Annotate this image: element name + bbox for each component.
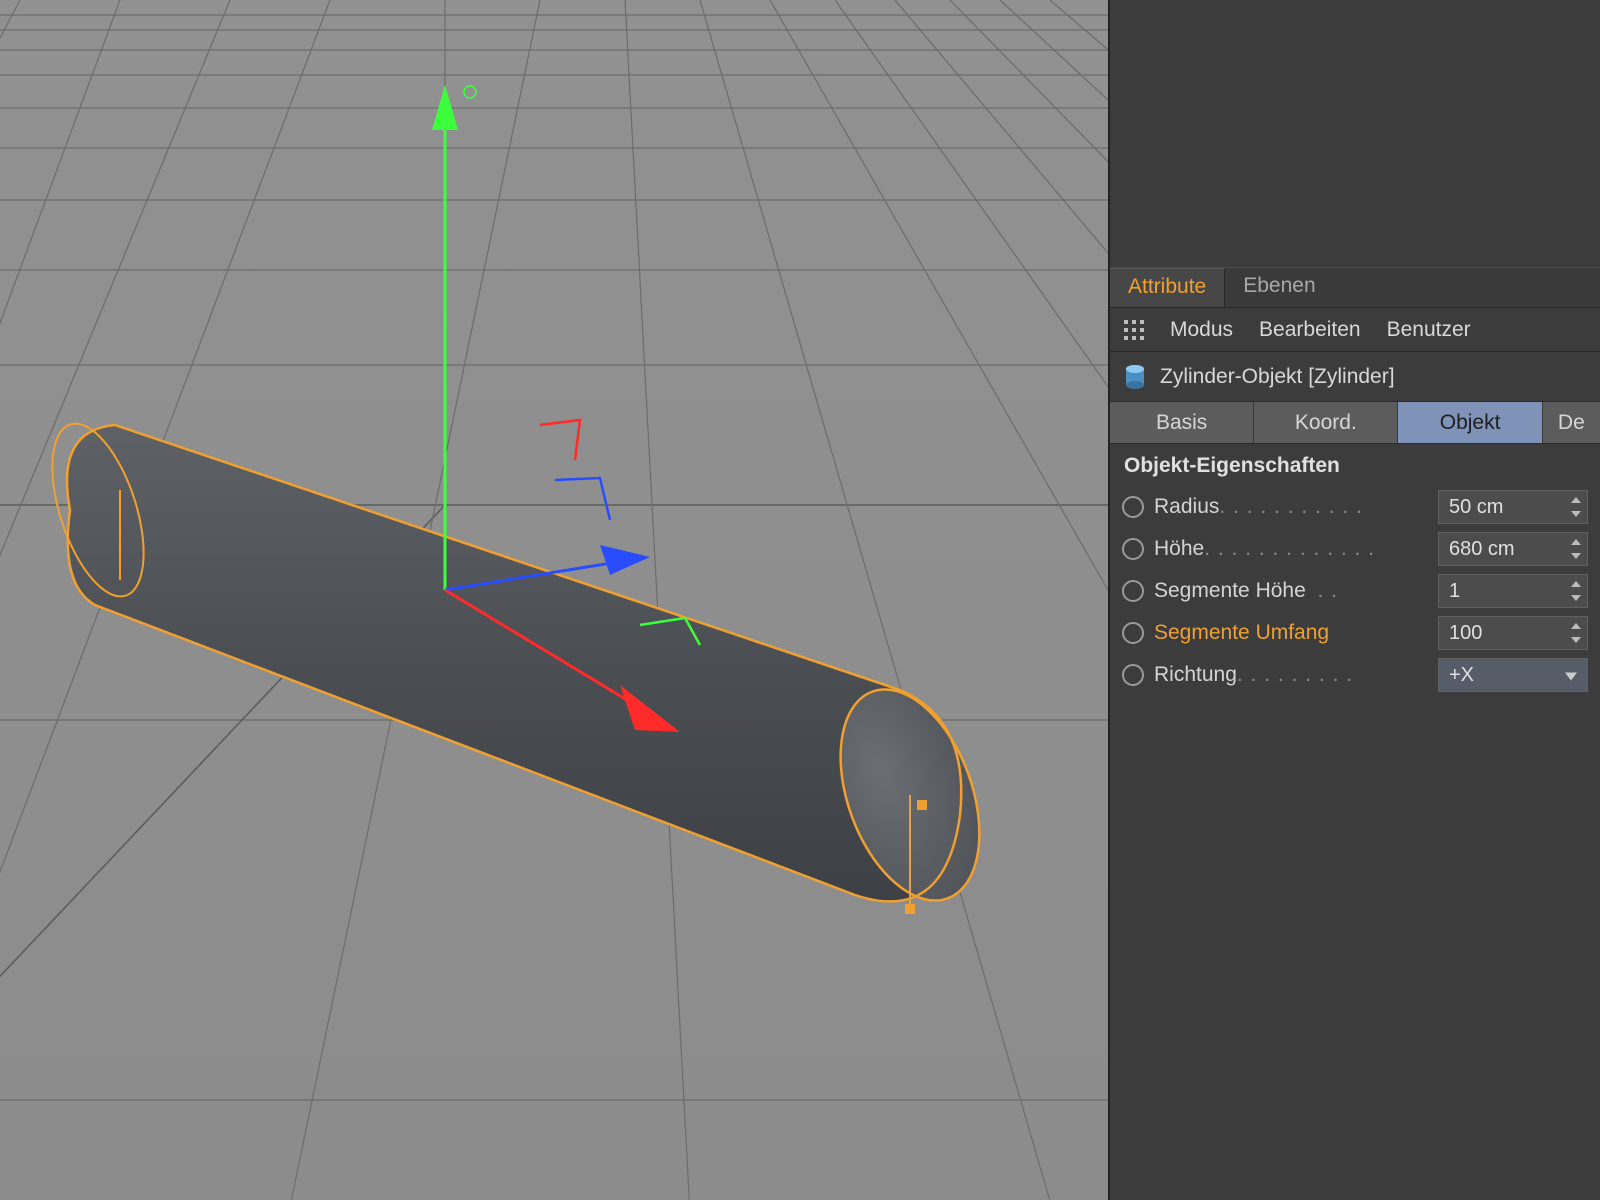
field-seg-hoehe[interactable]: 1 <box>1438 574 1588 608</box>
prop-radius: Radius. . . . . . . . . . . 50 cm <box>1110 486 1600 528</box>
label-seg-umfang: Segmente Umfang <box>1154 621 1438 645</box>
prop-segmente-umfang: Segmente Umfang 100 <box>1110 612 1600 654</box>
cylinder-icon <box>1124 364 1146 390</box>
label-hoehe: Höhe. . . . . . . . . . . . . <box>1154 537 1438 561</box>
spin-up-icon[interactable] <box>1567 619 1585 633</box>
tab-attribute[interactable]: Attribute <box>1110 268 1225 307</box>
object-name: Zylinder-Objekt [Zylinder] <box>1160 365 1395 389</box>
prop-segmente-hoehe: Segmente Höhe . . 1 <box>1110 570 1600 612</box>
chevron-down-icon <box>1565 664 1577 687</box>
field-radius[interactable]: 50 cm <box>1438 490 1588 524</box>
panel-tabs: Attribute Ebenen <box>1110 268 1600 308</box>
object-header: Zylinder-Objekt [Zylinder] <box>1110 352 1600 402</box>
label-radius: Radius. . . . . . . . . . . <box>1154 495 1438 519</box>
spin-up-icon[interactable] <box>1567 577 1585 591</box>
panel-toolbar: Modus Bearbeiten Benutzer <box>1110 308 1600 352</box>
anim-radio[interactable] <box>1122 538 1144 560</box>
menu-bearbeiten[interactable]: Bearbeiten <box>1259 318 1361 342</box>
field-hoehe[interactable]: 680 cm <box>1438 532 1588 566</box>
subtab-basis[interactable]: Basis <box>1110 402 1254 443</box>
label-richtung: Richtung. . . . . . . . . <box>1154 663 1438 687</box>
label-seg-hoehe: Segmente Höhe . . <box>1154 579 1438 603</box>
subtab-koord[interactable]: Koord. <box>1254 402 1398 443</box>
menu-modus[interactable]: Modus <box>1170 318 1233 342</box>
spin-up-icon[interactable] <box>1567 493 1585 507</box>
subtabs: Basis Koord. Objekt De <box>1110 402 1600 444</box>
tab-ebenen[interactable]: Ebenen <box>1225 268 1333 307</box>
section-title: Objekt-Eigenschaften <box>1110 444 1600 486</box>
anim-radio[interactable] <box>1122 580 1144 602</box>
spin-down-icon[interactable] <box>1567 549 1585 563</box>
menu-benutzer[interactable]: Benutzer <box>1387 318 1471 342</box>
field-seg-umfang[interactable]: 100 <box>1438 616 1588 650</box>
spin-up-icon[interactable] <box>1567 535 1585 549</box>
spin-down-icon[interactable] <box>1567 633 1585 647</box>
anim-radio[interactable] <box>1122 622 1144 644</box>
viewport-3d[interactable] <box>0 0 1108 1200</box>
subtab-objekt[interactable]: Objekt <box>1398 402 1542 443</box>
anim-radio[interactable] <box>1122 496 1144 518</box>
mode-grid-icon[interactable] <box>1124 320 1144 340</box>
prop-richtung: Richtung. . . . . . . . . +X <box>1110 654 1600 696</box>
attributes-panel: Attribute Ebenen Modus Bearbeiten Benutz… <box>1108 0 1600 1200</box>
spin-down-icon[interactable] <box>1567 591 1585 605</box>
anim-radio[interactable] <box>1122 664 1144 686</box>
subtab-de[interactable]: De <box>1543 402 1600 443</box>
spin-down-icon[interactable] <box>1567 507 1585 521</box>
preview-area <box>1110 0 1600 268</box>
dropdown-richtung[interactable]: +X <box>1438 658 1588 692</box>
prop-hoehe: Höhe. . . . . . . . . . . . . 680 cm <box>1110 528 1600 570</box>
